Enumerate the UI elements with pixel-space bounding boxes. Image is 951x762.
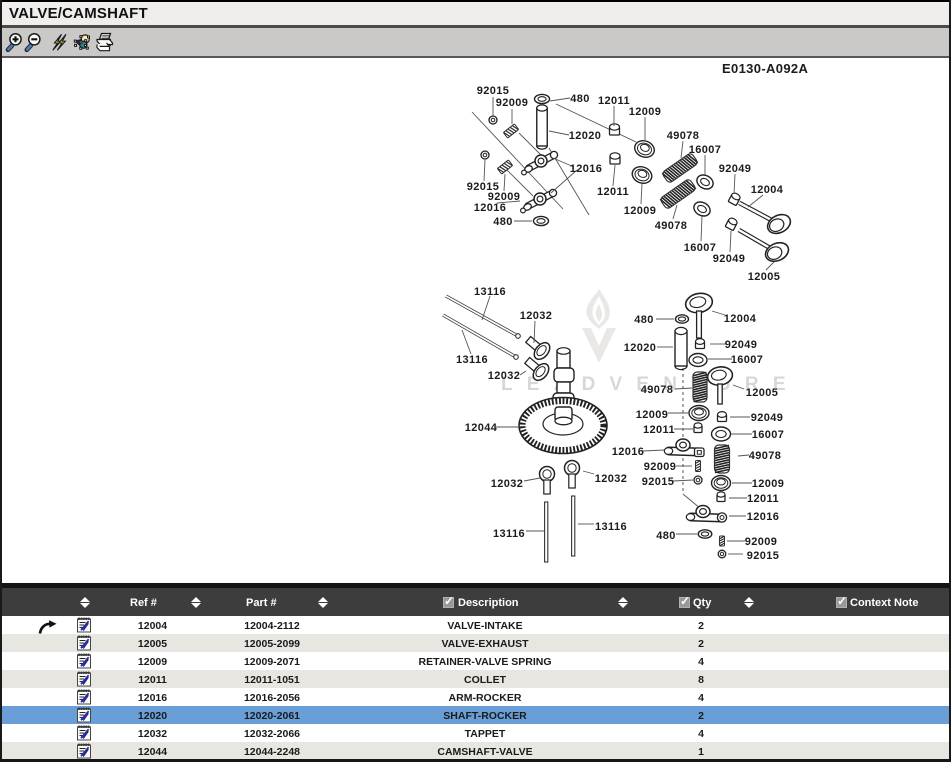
svg-text:12020: 12020 [624,342,657,354]
svg-text:12009: 12009 [636,409,669,421]
svg-text:12016: 12016 [570,163,603,175]
svg-text:92015: 92015 [642,476,675,488]
svg-text:92015: 92015 [747,550,780,562]
svg-text:13116: 13116 [474,286,506,298]
svg-text:12016: 12016 [612,446,645,458]
svg-text:12032: 12032 [520,310,553,322]
svg-text:49078: 49078 [667,130,700,142]
svg-text:12004: 12004 [724,313,757,325]
svg-text:12005: 12005 [746,387,779,399]
svg-text:92015: 92015 [477,85,510,97]
svg-text:92009: 92009 [745,536,778,548]
svg-text:12005: 12005 [748,271,781,283]
svg-text:480: 480 [570,93,590,105]
svg-text:49078: 49078 [749,450,782,462]
svg-text:16007: 16007 [731,354,764,366]
svg-text:92009: 92009 [644,461,677,473]
svg-text:49078: 49078 [655,220,688,232]
svg-text:12020: 12020 [569,130,602,142]
svg-text:12016: 12016 [747,511,780,523]
svg-text:12011: 12011 [598,95,630,107]
svg-text:92049: 92049 [725,339,758,351]
svg-text:480: 480 [656,530,676,542]
svg-text:12009: 12009 [629,106,662,118]
svg-text:12016: 12016 [474,202,507,214]
svg-text:49078: 49078 [641,384,674,396]
svg-text:16007: 16007 [684,242,717,254]
svg-text:12032: 12032 [595,473,628,485]
svg-text:480: 480 [493,216,513,228]
svg-text:12009: 12009 [624,205,657,217]
svg-text:12009: 12009 [752,478,785,490]
svg-text:92049: 92049 [751,412,784,424]
svg-text:480: 480 [634,314,654,326]
svg-text:16007: 16007 [689,144,722,156]
svg-text:12044: 12044 [465,422,498,434]
svg-text:12011: 12011 [643,424,675,436]
svg-text:13116: 13116 [456,354,488,366]
svg-text:13116: 13116 [595,521,627,533]
svg-text:12032: 12032 [491,478,524,490]
svg-text:92049: 92049 [713,253,746,265]
svg-text:92049: 92049 [719,163,752,175]
svg-text:E0130-A092A: E0130-A092A [722,61,808,76]
svg-text:12032: 12032 [488,370,521,382]
svg-text:12011: 12011 [747,493,779,505]
svg-text:16007: 16007 [752,429,785,441]
svg-text:12004: 12004 [751,184,784,196]
svg-text:12011: 12011 [597,186,629,198]
svg-text:13116: 13116 [493,528,525,540]
svg-text:92009: 92009 [496,97,529,109]
